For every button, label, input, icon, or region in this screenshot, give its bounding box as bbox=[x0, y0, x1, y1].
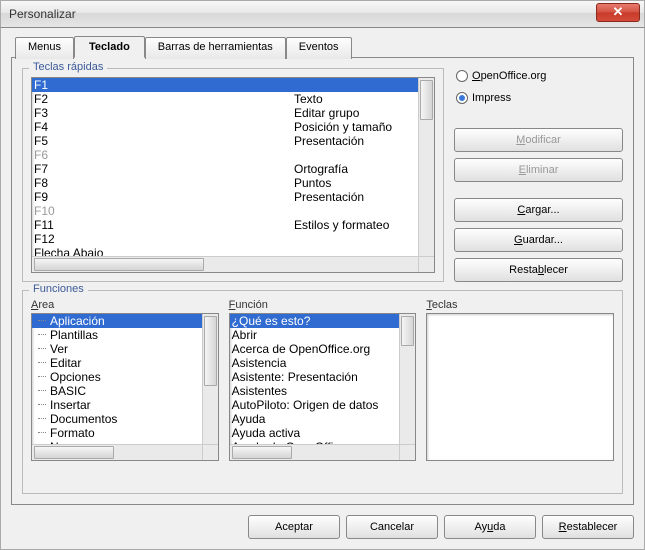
function-item[interactable]: ¿Qué es esto? bbox=[230, 314, 400, 328]
dialog-body: Menus Teclado Barras de herramientas Eve… bbox=[0, 28, 645, 550]
area-listbox[interactable]: AplicaciónPlantillasVerEditarOpcionesBAS… bbox=[31, 313, 219, 461]
area-item[interactable]: Plantillas bbox=[32, 328, 202, 342]
radio-icon bbox=[456, 70, 468, 82]
scrollbar-vertical[interactable] bbox=[202, 314, 218, 444]
area-column: Area AplicaciónPlantillasVerEditarOpcion… bbox=[31, 299, 219, 461]
function-item[interactable]: Asistencia bbox=[230, 356, 400, 370]
shortcut-row[interactable]: F3Editar grupo bbox=[32, 106, 418, 120]
area-item[interactable]: Ver bbox=[32, 342, 202, 356]
radio-impress[interactable]: Impress bbox=[454, 90, 623, 106]
area-item[interactable]: Formato bbox=[32, 426, 202, 440]
shortcut-row[interactable]: F11Estilos y formateo bbox=[32, 218, 418, 232]
function-item[interactable]: Acerca de OpenOffice.org bbox=[230, 342, 400, 356]
tab-eventos[interactable]: Eventos bbox=[286, 37, 352, 59]
area-item[interactable]: Opciones bbox=[32, 370, 202, 384]
function-item[interactable]: Abrir bbox=[230, 328, 400, 342]
area-item[interactable]: Documentos bbox=[32, 412, 202, 426]
shortcuts-listbox[interactable]: F1F2TextoF3Editar grupoF4Posición y tama… bbox=[31, 77, 435, 273]
modificar-button[interactable]: Modificar bbox=[454, 128, 623, 152]
scrollbar-horizontal[interactable] bbox=[32, 444, 202, 460]
scrollbar-horizontal[interactable] bbox=[230, 444, 400, 460]
tab-teclado[interactable]: Teclado bbox=[74, 36, 145, 58]
radio-impress-label: Impress bbox=[472, 92, 511, 104]
restablecer-footer-button[interactable]: Restablecer bbox=[542, 515, 634, 539]
shortcut-row[interactable]: F4Posición y tamaño bbox=[32, 120, 418, 134]
keys-column: Teclas bbox=[426, 299, 614, 461]
scroll-corner bbox=[418, 256, 434, 272]
tab-strip: Menus Teclado Barras de herramientas Eve… bbox=[15, 36, 634, 58]
shortcut-row[interactable]: F9Presentación bbox=[32, 190, 418, 204]
area-item[interactable]: Aplicación bbox=[32, 314, 202, 328]
aceptar-button[interactable]: Aceptar bbox=[248, 515, 340, 539]
area-item[interactable]: Editar bbox=[32, 356, 202, 370]
window-title: Personalizar bbox=[9, 7, 76, 21]
shortcut-row[interactable]: F10 bbox=[32, 204, 418, 218]
top-row: Teclas rápidas F1F2TextoF3Editar grupoF4… bbox=[22, 68, 623, 282]
cargar-button[interactable]: Cargar... bbox=[454, 198, 623, 222]
function-listbox[interactable]: ¿Qué es esto?AbrirAcerca de OpenOffice.o… bbox=[229, 313, 417, 461]
keys-label: Teclas bbox=[426, 299, 614, 311]
function-item[interactable]: Asistentes bbox=[230, 384, 400, 398]
area-item[interactable]: Insertar bbox=[32, 398, 202, 412]
shortcut-row[interactable]: F6 bbox=[32, 148, 418, 162]
function-item[interactable]: Ayuda activa bbox=[230, 426, 400, 440]
function-item[interactable]: AutoPiloto: Origen de datos bbox=[230, 398, 400, 412]
right-column: OpenOffice.org Impress Modificar Elimina… bbox=[454, 68, 623, 282]
radio-openoffice-label: OpenOffice.org bbox=[472, 70, 546, 82]
close-button[interactable]: ✕ bbox=[596, 3, 640, 22]
shortcut-row[interactable]: F7Ortografía bbox=[32, 162, 418, 176]
function-label: Función bbox=[229, 299, 417, 311]
scrollbar-vertical[interactable] bbox=[399, 314, 415, 444]
shortcut-row[interactable]: F2Texto bbox=[32, 92, 418, 106]
scrollbar-horizontal[interactable] bbox=[32, 256, 418, 272]
scroll-corner bbox=[202, 444, 218, 460]
shortcuts-fieldset: Teclas rápidas F1F2TextoF3Editar grupoF4… bbox=[22, 68, 444, 282]
footer-buttons: Aceptar Cancelar Ayuda Restablecer bbox=[11, 505, 634, 539]
tab-barras[interactable]: Barras de herramientas bbox=[145, 37, 286, 59]
scroll-corner bbox=[399, 444, 415, 460]
shortcut-row[interactable]: F1 bbox=[32, 78, 418, 92]
function-item[interactable]: Asistente: Presentación bbox=[230, 370, 400, 384]
functions-legend: Funciones bbox=[29, 283, 88, 295]
area-label: Area bbox=[31, 299, 219, 311]
keys-listbox[interactable] bbox=[426, 313, 614, 461]
function-column: Función ¿Qué es esto?AbrirAcerca de Open… bbox=[229, 299, 417, 461]
function-item[interactable]: Ayuda bbox=[230, 412, 400, 426]
eliminar-button[interactable]: Eliminar bbox=[454, 158, 623, 182]
shortcuts-legend: Teclas rápidas bbox=[29, 61, 107, 73]
radio-openoffice[interactable]: OpenOffice.org bbox=[454, 68, 623, 84]
functions-row: Area AplicaciónPlantillasVerEditarOpcion… bbox=[31, 299, 614, 461]
shortcut-row[interactable]: F12 bbox=[32, 232, 418, 246]
tab-content: Teclas rápidas F1F2TextoF3Editar grupoF4… bbox=[11, 57, 634, 505]
guardar-button[interactable]: Guardar... bbox=[454, 228, 623, 252]
shortcut-row[interactable]: F8Puntos bbox=[32, 176, 418, 190]
functions-fieldset: Funciones Area AplicaciónPlantillasVerEd… bbox=[22, 290, 623, 494]
tab-menus[interactable]: Menus bbox=[15, 37, 74, 59]
restablecer-button[interactable]: Restablecer bbox=[454, 258, 623, 282]
cancelar-button[interactable]: Cancelar bbox=[346, 515, 438, 539]
area-item[interactable]: BASIC bbox=[32, 384, 202, 398]
scrollbar-vertical[interactable] bbox=[418, 78, 434, 256]
shortcut-row[interactable]: Flecha Abajo bbox=[32, 246, 418, 256]
shortcut-row[interactable]: F5Presentación bbox=[32, 134, 418, 148]
ayuda-button[interactable]: Ayuda bbox=[444, 515, 536, 539]
title-bar: Personalizar ✕ bbox=[0, 0, 645, 28]
radio-icon bbox=[456, 92, 468, 104]
